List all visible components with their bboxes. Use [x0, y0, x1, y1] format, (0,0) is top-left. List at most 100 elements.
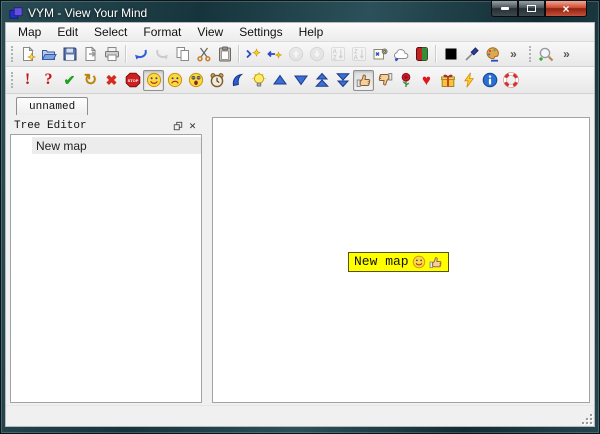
toolbar-button-save-map[interactable]: [59, 44, 80, 65]
toolbar-button-redo[interactable]: [151, 44, 172, 65]
toolbar-button-flag-arrow-up[interactable]: [269, 70, 290, 91]
toolbar-button-print-map[interactable]: [101, 44, 122, 65]
vym-app-icon: [9, 6, 23, 20]
redo-icon: [154, 46, 170, 62]
menu-select[interactable]: Select: [86, 24, 135, 41]
toolbar-button-move-down[interactable]: [306, 44, 327, 65]
toolbar-button-flag-surprised[interactable]: [185, 70, 206, 91]
toolbar-button-flag-clock[interactable]: [206, 70, 227, 91]
toolbar-button-flag-question[interactable]: ?: [38, 70, 59, 91]
flag-thumb-up-icon: [356, 72, 372, 88]
toolbar-button-flag-smiley[interactable]: [143, 70, 164, 91]
svg-text:STOP: STOP: [127, 78, 138, 83]
toolbar-button-flag-lamp[interactable]: [248, 70, 269, 91]
toolbar-button-color-swatch[interactable]: [440, 44, 461, 65]
toolbar-button-flag-present[interactable]: [437, 70, 458, 91]
menu-settings[interactable]: Settings: [231, 24, 290, 41]
toolbar-button-new-map[interactable]: [17, 44, 38, 65]
toolbar-button-open-map[interactable]: [38, 44, 59, 65]
move-up-icon: [288, 46, 304, 62]
dock-float-button[interactable]: [170, 119, 185, 133]
toolbar-drag-handle[interactable]: [11, 72, 13, 88]
tree-view[interactable]: New map: [10, 134, 202, 403]
toolbar-button-flag-refresh[interactable]: ↻: [80, 70, 101, 91]
toolbar-button-flag-heart[interactable]: ♥: [416, 70, 437, 91]
toolbar-button-flag-sad[interactable]: [164, 70, 185, 91]
toolbar-button-flag-thumb-up[interactable]: [353, 70, 374, 91]
flag-smiley-icon: [412, 255, 426, 269]
toolbar-button-flag-cross[interactable]: ✖: [101, 70, 122, 91]
menu-help[interactable]: Help: [291, 24, 332, 41]
tab-label: unnamed: [29, 101, 75, 113]
sort-ascending-icon: AZ: [330, 46, 346, 62]
toolbar-button-add-branch[interactable]: [243, 44, 264, 65]
tab-unnamed[interactable]: unnamed: [16, 97, 88, 115]
map-canvas[interactable]: New map: [212, 117, 590, 403]
toolbar-button-flag-stop[interactable]: STOP: [122, 70, 143, 91]
toolbar-button-flag-arrow-2up[interactable]: [311, 70, 332, 91]
toolbar-button-flag-info[interactable]: [479, 70, 500, 91]
toolbar-button-flag-check[interactable]: ✔: [59, 70, 80, 91]
toolbar-button-copy[interactable]: [172, 44, 193, 65]
toolbar-button-sort-descending[interactable]: ZA: [348, 44, 369, 65]
toolbar-drag-handle[interactable]: [529, 46, 531, 62]
menu-view[interactable]: View: [189, 24, 231, 41]
toolbar-button-flag-thumb-down[interactable]: [374, 70, 395, 91]
toolbar-button-flag-hook[interactable]: [227, 70, 248, 91]
toolbar-button-scroll-branch[interactable]: [369, 44, 390, 65]
menu-map[interactable]: Map: [10, 24, 49, 41]
toolbar-button-zoom-in[interactable]: [535, 44, 556, 65]
toolbar-drag-handle[interactable]: [11, 46, 13, 62]
flag-arrow-up-icon: [272, 72, 288, 88]
undo-icon: [133, 46, 149, 62]
dock-close-button[interactable]: ✕: [185, 119, 200, 133]
minimize-button[interactable]: [491, 1, 518, 17]
close-button[interactable]: ×: [545, 1, 587, 17]
toolbar-button-paste[interactable]: [214, 44, 235, 65]
toolbar-separator: [435, 45, 437, 63]
tree-editor-dock: Tree Editor ✕ New map: [10, 117, 202, 403]
toolbar-button-color-picker[interactable]: [461, 44, 482, 65]
resize-grip[interactable]: [579, 411, 592, 424]
svg-text:A: A: [332, 49, 337, 55]
zoom-in-icon: [538, 46, 554, 62]
flag-rose-icon: [398, 72, 414, 88]
svg-text:A: A: [353, 56, 358, 62]
flag-sad-icon: [167, 72, 183, 88]
app-window: VYM - View Your Mind × Map Edit Select F…: [0, 0, 600, 434]
toolbar-button-flag-flash[interactable]: [458, 70, 479, 91]
flag-arrow-2up-icon: [314, 72, 330, 88]
svg-text:Z: Z: [353, 49, 357, 55]
flag-hook-icon: [230, 72, 246, 88]
toolbar-button-move-up[interactable]: [285, 44, 306, 65]
flag-lamp-icon: [251, 72, 267, 88]
svg-text:Z: Z: [332, 56, 336, 62]
menu-edit[interactable]: Edit: [49, 24, 86, 41]
tree-item-new-map[interactable]: New map: [32, 137, 201, 154]
maximize-button[interactable]: [518, 1, 545, 17]
toolbar-button-more[interactable]: »: [503, 44, 524, 65]
toolbar-button-palette[interactable]: [482, 44, 503, 65]
flag-clock-icon: [209, 72, 225, 88]
more-icon: »: [563, 47, 570, 61]
cut-icon: [196, 46, 212, 62]
toolbar-button-remove-branch[interactable]: [264, 44, 285, 65]
toolbar-button-flag-arrow-2down[interactable]: [332, 70, 353, 91]
save-map-icon: [62, 46, 78, 62]
map-node[interactable]: New map: [348, 252, 449, 272]
toolbar-button-export-map[interactable]: [80, 44, 101, 65]
palette-icon: [485, 46, 501, 62]
menu-format[interactable]: Format: [135, 24, 189, 41]
flag-cross-icon: ✖: [106, 72, 118, 89]
toolbar-button-sort-ascending[interactable]: AZ: [327, 44, 348, 65]
toolbar-button-flag-arrow-down[interactable]: [290, 70, 311, 91]
toolbar-button-cut[interactable]: [193, 44, 214, 65]
toolbar-button-undo[interactable]: [130, 44, 151, 65]
toolbar-button-more[interactable]: »: [556, 44, 577, 65]
toolbar-button-flag-lifebelt[interactable]: [500, 70, 521, 91]
toolbar-button-unscroll-childs[interactable]: [390, 44, 411, 65]
client-area: Map Edit Select Format View Settings Hel…: [5, 22, 595, 427]
toolbar-button-flag-exclamation[interactable]: !: [17, 70, 38, 91]
toolbar-button-flag-rose[interactable]: [395, 70, 416, 91]
toolbar-button-format-colors[interactable]: [411, 44, 432, 65]
